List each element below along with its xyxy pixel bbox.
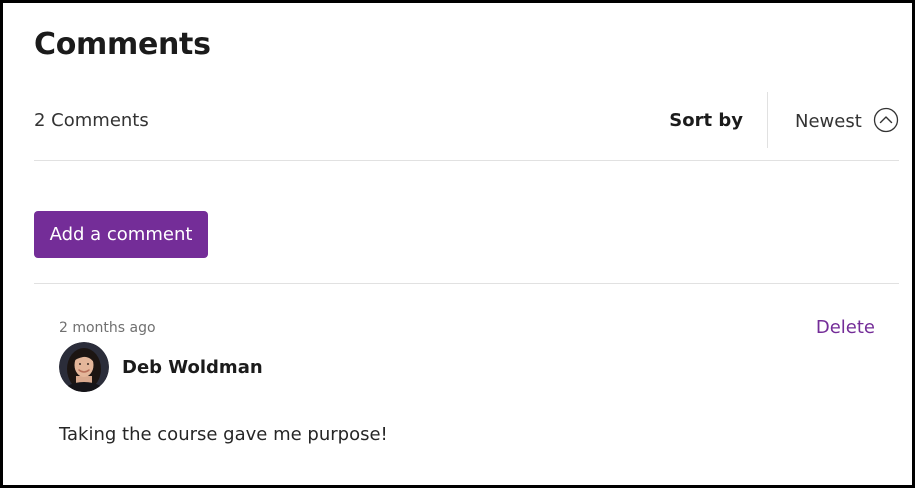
avatar-photo: [59, 342, 109, 392]
comment-author[interactable]: Deb Woldman: [122, 356, 263, 380]
comment-item: 2 months ago Delete Deb Woldman Taking t…: [34, 287, 899, 485]
avatar: [59, 342, 109, 392]
page-title: Comments: [34, 27, 211, 62]
sort-by-label: Sort by: [669, 110, 743, 131]
chevron-up-circle-icon[interactable]: [873, 107, 899, 133]
delete-comment-link[interactable]: Delete: [816, 316, 875, 340]
comment-list-divider: [34, 283, 899, 284]
sort-selected-value: Newest: [795, 111, 862, 132]
sort-dropdown[interactable]: Newest: [793, 103, 905, 139]
add-comment-button[interactable]: Add a comment: [34, 211, 208, 258]
header-divider: [34, 160, 899, 161]
comment-timestamp: 2 months ago: [59, 320, 156, 336]
comment-count: 2 Comments: [34, 110, 149, 131]
sort-divider: [767, 92, 768, 148]
comment-text: Taking the course gave me purpose!: [59, 424, 388, 445]
comments-panel: Comments 2 Comments Sort by Newest Add a…: [3, 3, 912, 485]
